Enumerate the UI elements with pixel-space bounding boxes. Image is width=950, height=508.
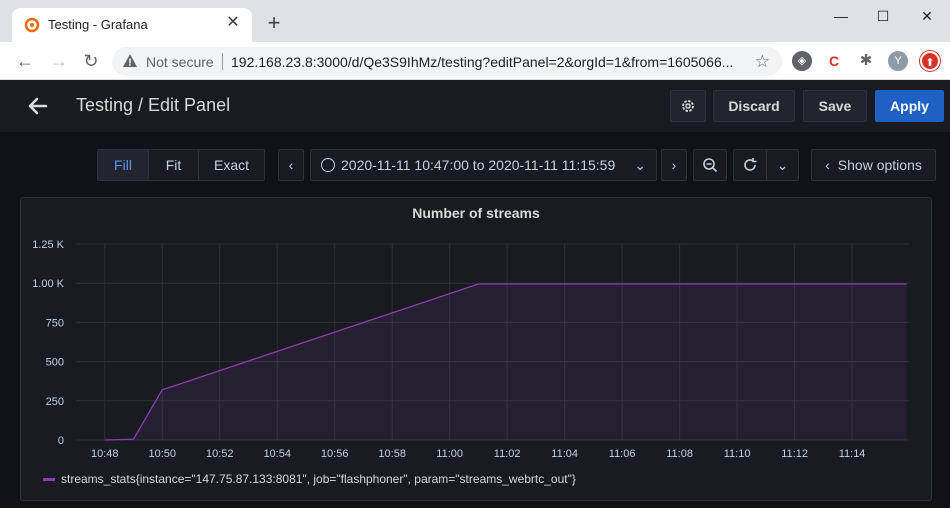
refresh-button[interactable] [733,149,767,181]
x-tick-label: 11:00 [436,448,463,460]
y-tick-label: 1.00 K [32,278,64,290]
x-tick-label: 11:10 [724,448,751,460]
page-title: Testing / Edit Panel [76,95,231,115]
minimize-icon[interactable]: — [826,6,856,26]
clock-icon [321,158,335,172]
extension-c-icon[interactable]: C [824,51,844,71]
save-button[interactable]: Save [803,90,867,122]
forward-icon[interactable]: → [48,50,70,72]
graph-panel: Number of streams 0 250 500 750 1.00 K 1.25 K… [20,197,932,501]
apply-button[interactable]: Apply [875,90,944,122]
time-range-picker[interactable]: 2020-11-11 10:47:00 to 2020-11-11 11:15:… [310,149,657,181]
y-tick-label: 250 [46,396,64,408]
tab-close-icon[interactable]: ✕ [224,14,242,32]
legend-series-name: streams_stats{instance="147.75.87.133:80… [61,472,576,486]
address-bar[interactable]: Not secure 192.168.23.8:3000/d/Qe3S9IhMz… [112,47,782,76]
x-tick-label: 11:02 [494,448,521,460]
fill-toggle[interactable]: Fill [97,149,149,181]
tab-title: Testing - Grafana [48,17,148,32]
chevron-right-icon: › [671,157,677,173]
x-tick-label: 10:54 [263,448,291,460]
zoom-out-icon [703,158,718,173]
x-tick-label: 11:04 [551,448,578,460]
omnibox-separator [222,53,223,70]
browser-tabbar: Testing - Grafana ✕ + — ☐ ✕ [0,0,950,42]
new-tab-button[interactable]: + [262,12,286,36]
fit-toggle[interactable]: Fit [148,149,199,181]
show-options-button[interactable]: ‹ Show options [811,149,936,181]
x-tick-label: 11:08 [666,448,693,460]
profile-avatar[interactable]: Y [888,51,908,71]
x-tick-label: 11:06 [609,448,636,460]
show-options-label: Show options [837,157,922,173]
settings-button[interactable] [670,90,706,122]
legend[interactable]: streams_stats{instance="147.75.87.133:80… [43,472,576,486]
chart-svg[interactable]: 0 250 500 750 1.00 K 1.25 K 10:48 10:50 10:52 10:… [21,198,933,468]
not-secure-label[interactable]: Not secure [146,54,214,70]
x-tick-label: 10:48 [91,448,119,460]
chevron-left-icon: ‹ [288,157,294,173]
browser-toolbar: ← → ↻ Not secure 192.168.23.8:3000/d/Qe3… [0,42,950,80]
back-icon[interactable]: ← [14,50,36,72]
legend-swatch [43,478,55,482]
chevron-left-icon: ‹ [825,157,830,173]
panel-toolbar: Fill Fit Exact ‹ 2020-11-11 10:47:00 to … [0,132,950,194]
refresh-interval-button[interactable]: ⌄ [766,149,799,181]
discard-button[interactable]: Discard [713,90,795,122]
x-tick-label: 10:56 [321,448,349,460]
x-tick-label: 10:52 [206,448,234,460]
browser-tab[interactable]: Testing - Grafana ✕ [12,8,252,42]
maximize-icon[interactable]: ☐ [868,6,898,26]
bookmark-star-icon[interactable]: ☆ [755,52,770,72]
chevron-down-icon: ⌄ [776,157,789,173]
warning-icon [123,54,137,67]
y-tick-label: 0 [58,435,64,447]
y-tick-label: 1.25 K [32,239,64,251]
window-close-icon[interactable]: ✕ [912,6,942,26]
exact-toggle[interactable]: Exact [198,149,265,181]
y-tick-label: 750 [46,317,64,329]
extensions-puzzle-icon[interactable]: ✱ [856,51,876,71]
url-text[interactable]: 192.168.23.8:3000/d/Qe3S9IhMz/testing?ed… [231,54,733,70]
extension-update-icon[interactable]: ⬆ [920,51,940,71]
y-tick-label: 500 [46,357,64,369]
x-tick-label: 11:12 [781,448,808,460]
back-arrow-icon[interactable] [26,94,50,118]
refresh-icon [744,158,757,171]
time-range-text: 2020-11-11 10:47:00 to 2020-11-11 11:15:… [341,157,616,173]
time-back-button[interactable]: ‹ [278,149,304,181]
reload-icon[interactable]: ↻ [80,50,102,72]
x-tick-label: 11:14 [839,448,866,460]
chevron-down-icon: ⌄ [634,157,646,173]
x-tick-label: 10:50 [148,448,176,460]
zoom-out-button[interactable] [693,149,727,181]
time-forward-button[interactable]: › [661,149,687,181]
x-tick-label: 10:58 [378,448,406,460]
extension-shield-icon[interactable]: ◈ [792,51,812,71]
gear-icon [682,100,694,112]
grafana-header: Testing / Edit Panel Discard Save Apply [0,80,950,132]
grafana-logo-icon [24,17,40,33]
